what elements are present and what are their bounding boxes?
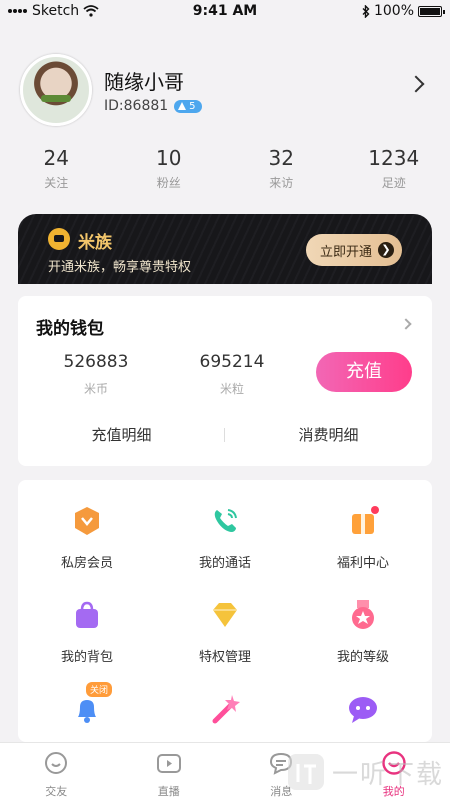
tab-friends[interactable]: 交友 bbox=[0, 743, 113, 800]
user-id-row: ID:86881 5 bbox=[104, 98, 202, 114]
vip-shield-icon bbox=[75, 507, 99, 535]
tab-label: 直播 bbox=[157, 785, 180, 798]
menu-item-notification[interactable]: 关闭 bbox=[18, 682, 156, 742]
stat-value: 24 bbox=[43, 146, 69, 170]
profile-header[interactable]: 随缘小哥 ID:86881 5 bbox=[18, 52, 432, 132]
phone-icon bbox=[214, 509, 237, 532]
battery-icon bbox=[418, 5, 445, 17]
menu-item-magic[interactable] bbox=[156, 692, 294, 742]
menu-label: 我的等级 bbox=[336, 650, 389, 665]
off-tag: 关闭 bbox=[86, 682, 113, 697]
tab-label: 交友 bbox=[45, 785, 68, 798]
menu-label: 私房会员 bbox=[60, 556, 113, 571]
menu-item-my-calls[interactable]: 我的通话 bbox=[156, 504, 294, 580]
status-right: 100% bbox=[362, 3, 445, 19]
menu-label: 我的通话 bbox=[198, 556, 251, 571]
stat-fans[interactable]: 10 粉丝 bbox=[113, 146, 226, 191]
menu-item-private-vip[interactable]: 私房会员 bbox=[18, 504, 156, 580]
vip-button-label: 立即开通 bbox=[319, 244, 372, 260]
recharge-button[interactable]: 充值 bbox=[316, 352, 412, 392]
avatar[interactable] bbox=[20, 54, 92, 126]
menu-item-my-level[interactable]: 我的等级 bbox=[294, 598, 432, 674]
gift-icon bbox=[352, 506, 379, 534]
battery-percent: 100% bbox=[373, 3, 414, 19]
status-bar: Sketch 9:41 AM 100% bbox=[0, 0, 450, 24]
menu-item-my-backpack[interactable]: 我的背包 bbox=[18, 598, 156, 674]
grain-balance-label: 米粒 bbox=[219, 382, 244, 396]
stat-label: 关注 bbox=[44, 176, 69, 190]
menu-label: 我的背包 bbox=[60, 650, 113, 665]
wallet-card: 我的钱包 526883 米币 695214 米粒 充值 充值明细 消费明细 bbox=[18, 296, 432, 466]
divider bbox=[224, 428, 225, 442]
recharge-history-link[interactable]: 充值明细 bbox=[18, 424, 225, 445]
vip-open-button[interactable]: 立即开通 ❯ bbox=[305, 234, 402, 266]
stat-following[interactable]: 24 关注 bbox=[0, 146, 113, 191]
stats-row: 24 关注 10 粉丝 32 来访 1234 足迹 bbox=[0, 146, 450, 191]
diamond-icon bbox=[213, 603, 237, 627]
coin-balance-label: 米币 bbox=[83, 382, 108, 396]
watermark-text: 一听下载 bbox=[331, 759, 444, 790]
level-badge: 5 bbox=[174, 99, 202, 113]
live-video-icon bbox=[156, 754, 181, 773]
menu-label: 福利中心 bbox=[336, 556, 389, 571]
stat-value: 1234 bbox=[368, 146, 420, 170]
chevron-right-icon[interactable] bbox=[407, 75, 425, 93]
user-id: ID:86881 bbox=[104, 98, 169, 114]
watermark-logo-icon bbox=[287, 754, 324, 790]
stat-value: 32 bbox=[268, 146, 294, 170]
tab-live[interactable]: 直播 bbox=[113, 743, 226, 800]
bell-icon bbox=[78, 700, 96, 723]
coin-balance-value: 526883 bbox=[63, 352, 129, 372]
magic-wand-icon bbox=[212, 695, 240, 724]
grain-balance: 695214 米粒 bbox=[172, 352, 292, 397]
friends-icon bbox=[45, 752, 68, 774]
menu-grid: 私房会员 我的通话 福利中心 我的背包 特权管理 我的等级 关闭 bbox=[18, 504, 432, 742]
chevron-right-icon[interactable] bbox=[400, 318, 412, 330]
menu-label: 特权管理 bbox=[198, 650, 251, 665]
menu-item-privilege-management[interactable]: 特权管理 bbox=[156, 598, 294, 674]
stat-label: 来访 bbox=[269, 176, 294, 190]
stat-visitors[interactable]: 32 来访 bbox=[225, 146, 338, 191]
chat-bubble-icon bbox=[349, 697, 377, 723]
vip-description: 开通米族，畅享尊贵特权 bbox=[48, 260, 192, 275]
bell-icon-wrapper: 关闭 bbox=[70, 682, 113, 726]
vip-title: 米族 bbox=[78, 233, 112, 253]
stat-label: 足迹 bbox=[381, 176, 406, 190]
arrow-right-icon: ❯ bbox=[378, 242, 394, 258]
level-value: 5 bbox=[189, 100, 196, 112]
medal-icon bbox=[352, 600, 374, 629]
vip-crown-icon bbox=[48, 228, 70, 250]
menu-item-chat[interactable] bbox=[294, 692, 432, 742]
watermark: 一听下载 bbox=[286, 752, 444, 792]
wallet-title[interactable]: 我的钱包 bbox=[36, 314, 104, 339]
spending-history-link[interactable]: 消费明细 bbox=[225, 424, 432, 445]
stat-value: 10 bbox=[156, 146, 182, 170]
bluetooth-icon bbox=[362, 4, 370, 18]
wallet-links: 充值明细 消费明细 bbox=[18, 424, 432, 445]
vip-banner[interactable]: 米族 开通米族，畅享尊贵特权 立即开通 ❯ bbox=[18, 214, 432, 284]
level-arrow-icon bbox=[178, 102, 187, 110]
coin-balance: 526883 米币 bbox=[36, 352, 156, 397]
grain-balance-value: 695214 bbox=[199, 352, 265, 372]
menu-item-welfare-center[interactable]: 福利中心 bbox=[294, 504, 432, 580]
user-name: 随缘小哥 bbox=[104, 70, 184, 94]
feature-menu: 私房会员 我的通话 福利中心 我的背包 特权管理 我的等级 关闭 bbox=[18, 480, 432, 742]
stat-label: 粉丝 bbox=[156, 176, 181, 190]
stat-footprints[interactable]: 1234 足迹 bbox=[338, 146, 450, 191]
bag-icon bbox=[76, 601, 98, 628]
